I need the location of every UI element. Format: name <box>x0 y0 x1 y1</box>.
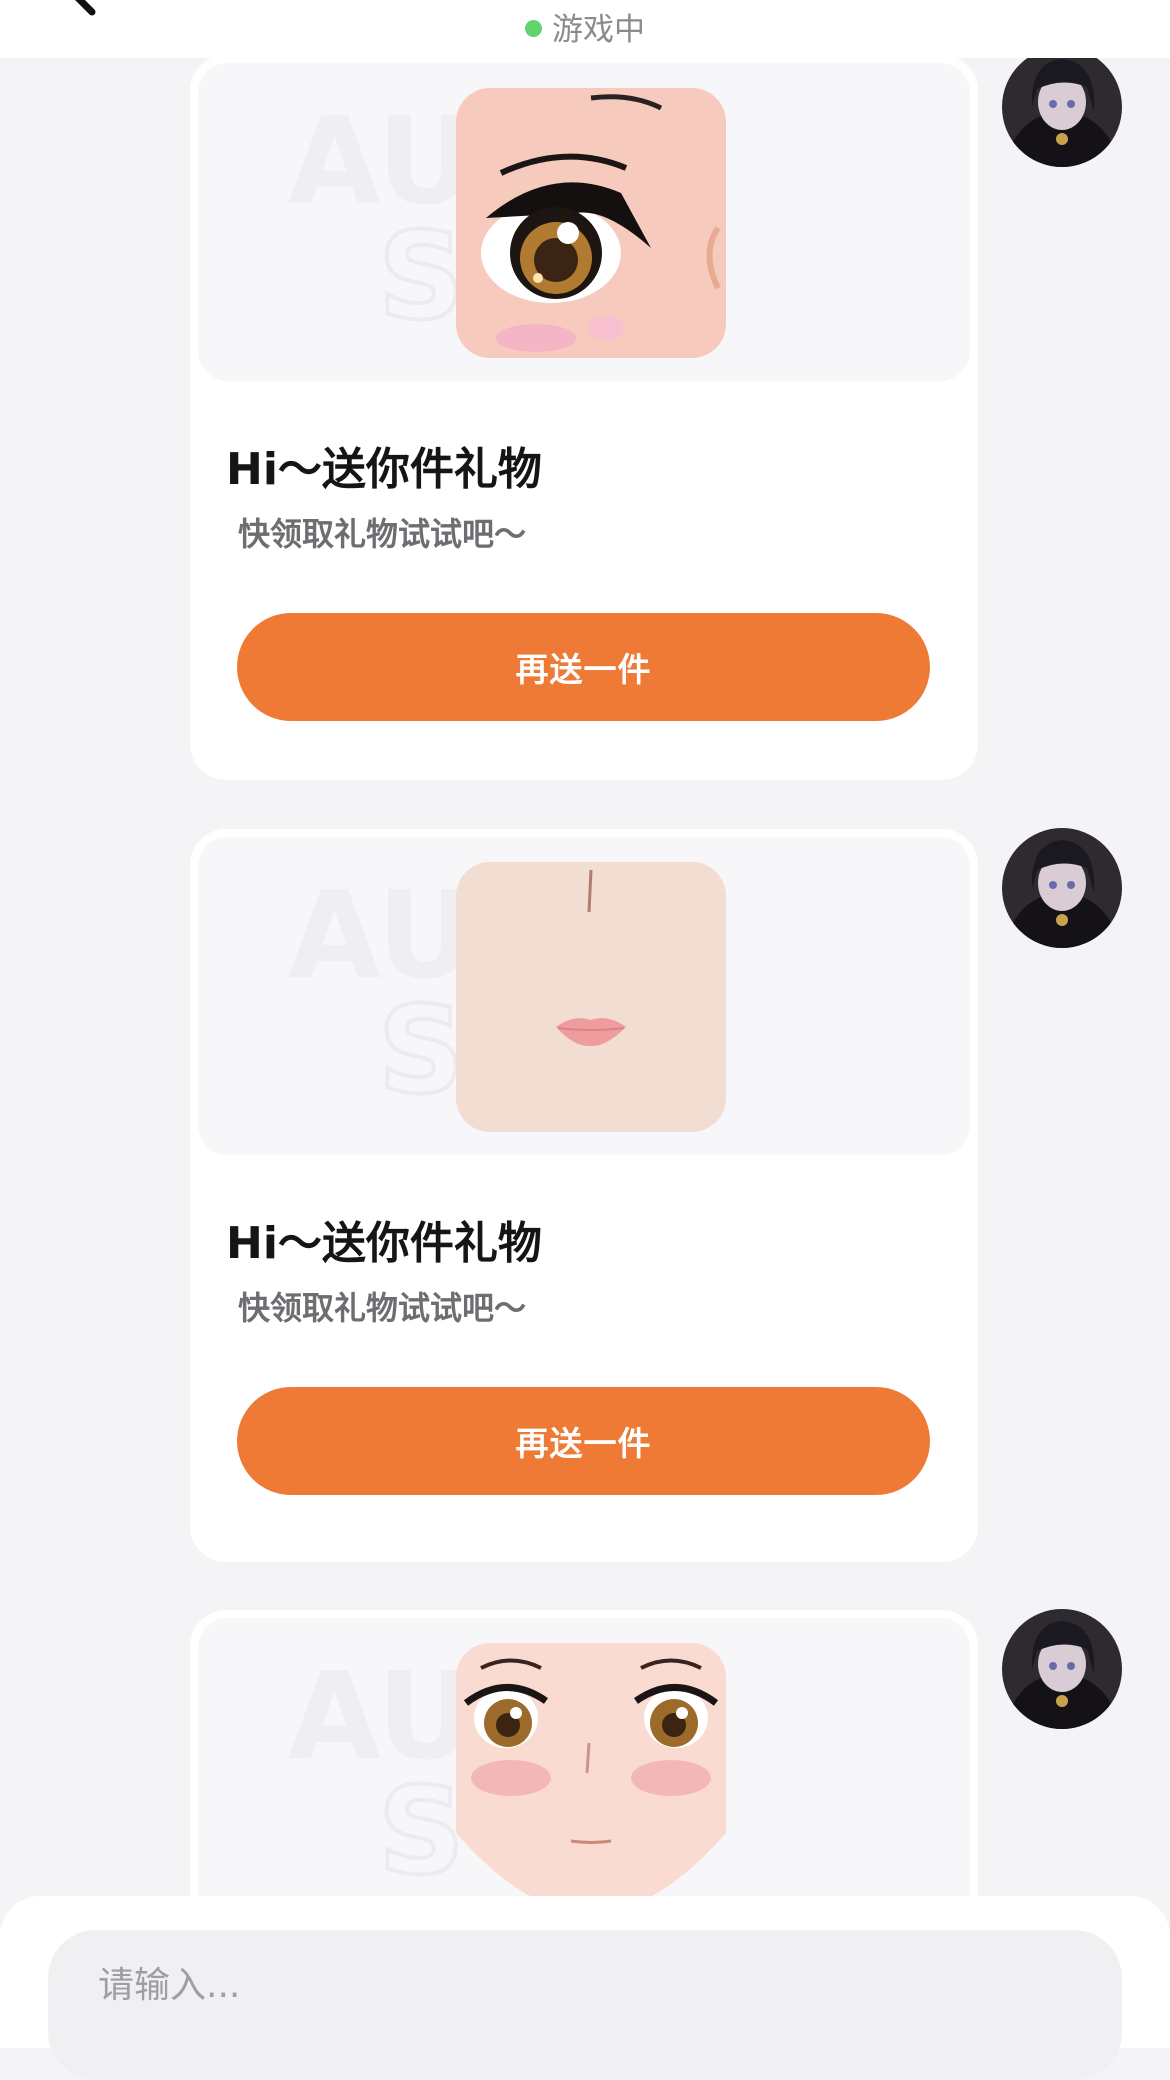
gift-full-face-image <box>456 1643 726 1913</box>
message-input[interactable] <box>48 1930 1122 2080</box>
gift-subtitle: 快领取礼物试试吧～ <box>238 1289 527 1327</box>
online-status: 游戏中 <box>0 10 1170 50</box>
online-dot-icon <box>525 20 542 37</box>
gift-mouth-nose-image <box>456 862 726 1132</box>
avatar[interactable] <box>1002 47 1122 167</box>
avatar-image <box>1002 47 1122 167</box>
avatar[interactable] <box>1002 828 1122 948</box>
gift-subtitle: 快领取礼物试试吧～ <box>238 515 527 553</box>
status-text: 游戏中 <box>552 12 645 48</box>
gift-preview[interactable]: AU R S RE <box>198 63 970 381</box>
avatar-image <box>1002 828 1122 948</box>
gift-title: Hi～送你件礼物 <box>226 1218 542 1269</box>
avatar[interactable] <box>1002 1609 1122 1729</box>
avatar-image <box>1002 1609 1122 1729</box>
gift-message-card: AU R S RE Hi～送你件礼物 快领取礼物试试吧～ 再送一件 <box>190 829 978 1562</box>
send-another-button[interactable]: 再送一件 <box>237 1387 930 1495</box>
composer-bar <box>0 1896 1170 2080</box>
gift-preview[interactable]: AU R S RE <box>198 1618 970 1936</box>
gift-message-card: AU R S RE Hi～送你件礼物 快领取礼物试试吧～ 再送一件 <box>190 55 978 780</box>
top-bar: 游戏中 <box>0 0 1170 58</box>
gift-title: Hi～送你件礼物 <box>226 444 542 495</box>
gift-eyes-closeup-image <box>456 88 726 358</box>
gift-preview[interactable]: AU R S RE <box>198 837 970 1155</box>
send-another-button[interactable]: 再送一件 <box>237 613 930 721</box>
